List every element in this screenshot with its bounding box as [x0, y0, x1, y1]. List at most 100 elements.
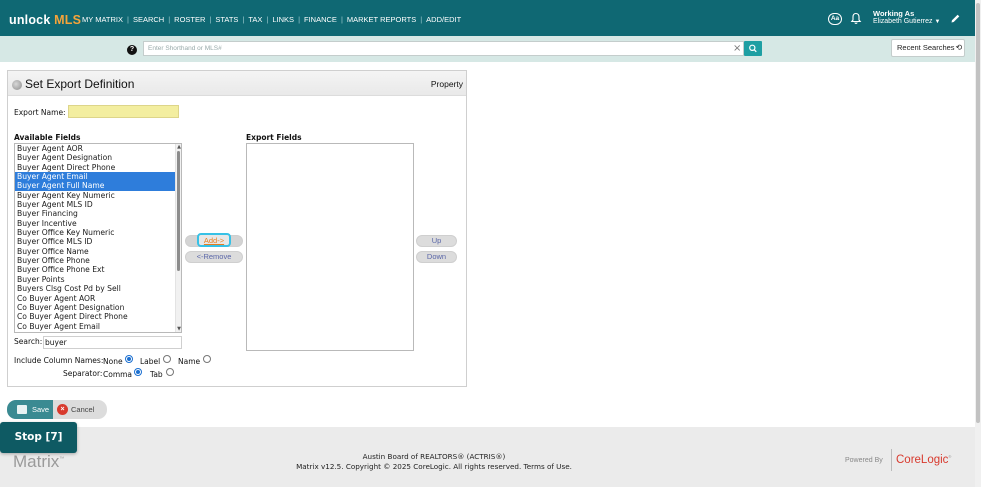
font-size-button[interactable]: Aa — [828, 13, 842, 25]
list-item[interactable]: Co Buyer Agent Direct Phone — [15, 312, 181, 321]
save-label: Save — [32, 405, 50, 414]
corelogic-logo-text: CoreLogic — [896, 454, 949, 466]
add-field-button[interactable]: Add-> — [185, 233, 243, 247]
list-item[interactable]: Buyer Incentive — [15, 219, 181, 228]
help-icon[interactable]: ? — [127, 45, 137, 55]
list-item[interactable]: Buyer Agent Designation — [15, 153, 181, 162]
recent-searches-label: Recent Searches — [897, 43, 955, 52]
list-item[interactable]: Buyer Points — [15, 275, 181, 284]
panel-icon — [12, 80, 22, 90]
scroll-down-arrow-icon[interactable]: ▼ — [176, 326, 181, 332]
page-scrollbar[interactable] — [975, 0, 981, 487]
list-item-selected[interactable]: Buyer Agent Full Name — [15, 181, 181, 191]
page-scroll-thumb[interactable] — [976, 3, 980, 423]
menu-search[interactable]: SEARCH — [133, 15, 164, 24]
export-fields-list[interactable] — [246, 143, 414, 351]
separator-label: Separator: — [63, 369, 103, 378]
footer-copyright[interactable]: Matrix v12.5. Copyright © 2025 CoreLogic… — [0, 462, 868, 471]
list-item[interactable]: Buyer Office MLS ID — [15, 237, 181, 246]
field-search-label: Search: — [14, 337, 43, 346]
history-icon: ⟲ — [955, 43, 963, 52]
menu-finance[interactable]: FINANCE — [304, 15, 337, 24]
list-item[interactable]: Co Buyer Agent Designation — [15, 303, 181, 312]
form-actions: Save × Cancel — [7, 400, 107, 419]
menu-links[interactable]: LINKS — [272, 15, 294, 24]
menu-separator: | — [340, 15, 343, 24]
add-field-label: Add-> — [196, 233, 232, 247]
list-item[interactable]: Co Buyer Agent Email — [15, 322, 181, 331]
menu-separator: | — [242, 15, 245, 24]
main-menu: MY MATRIX | SEARCH | ROSTER | STATS | TAX | L… — [82, 15, 461, 24]
recent-searches-button[interactable]: Recent Searches⟲ — [891, 39, 965, 57]
pencil-icon[interactable] — [950, 13, 961, 24]
list-item[interactable]: Buyer Office Key Numeric — [15, 228, 181, 237]
chevron-down-icon: ▼ — [934, 19, 941, 25]
working-as-menu[interactable]: Working As Elizabeth Gutierrez ▼ — [873, 10, 940, 26]
search-icon — [749, 44, 757, 53]
footer-divider — [891, 449, 892, 471]
stop-button[interactable]: Stop [7] — [0, 422, 77, 453]
menu-tax[interactable]: TAX — [248, 15, 262, 24]
panel-header: Set Export Definition Property — [8, 71, 466, 96]
page-footer: Matrix™ Austin Board of REALTORS® (ACTRI… — [0, 427, 975, 487]
unlock-mls-logo[interactable]: unlock MLS — [9, 13, 81, 27]
field-search-input[interactable]: buyer — [43, 336, 182, 349]
list-scroll-thumb[interactable] — [177, 151, 180, 271]
save-button[interactable]: Save — [7, 400, 53, 419]
list-item[interactable]: Buyers Clsg Cost Pd by Sell — [15, 284, 181, 293]
list-scrollbar[interactable]: ▲ ▼ — [175, 144, 181, 332]
bell-icon[interactable] — [850, 12, 862, 25]
working-as-user: Elizabeth Gutierrez — [873, 18, 933, 25]
working-as-label: Working As — [873, 9, 915, 18]
logo-text-unlock: unlock — [9, 13, 51, 27]
search-button[interactable] — [744, 41, 762, 56]
include-label-radio[interactable] — [163, 355, 171, 363]
include-none-radio[interactable] — [125, 355, 133, 363]
menu-separator: | — [266, 15, 269, 24]
include-name-radio[interactable] — [203, 355, 211, 363]
footer-association: Austin Board of REALTORS® (ACTRIS®) — [362, 452, 506, 461]
list-item[interactable]: Buyer Agent AOR — [15, 144, 181, 153]
menu-separator: | — [209, 15, 212, 24]
available-fields-label: Available Fields — [14, 133, 81, 142]
remove-field-button[interactable]: <-Remove — [185, 251, 243, 263]
save-disk-icon — [17, 405, 27, 414]
property-type-label: Property — [430, 79, 463, 89]
export-fields-label: Export Fields — [246, 133, 302, 142]
menu-market-reports[interactable]: MARKET REPORTS — [347, 15, 416, 24]
separator-tab-radio[interactable] — [166, 368, 174, 376]
move-up-button[interactable]: Up — [416, 235, 457, 247]
available-fields-list[interactable]: Buyer Agent AOR Buyer Agent Designation … — [14, 143, 182, 333]
menu-add-edit[interactable]: ADD/EDIT — [426, 15, 461, 24]
move-down-button[interactable]: Down — [416, 251, 457, 263]
menu-separator: | — [168, 15, 171, 24]
menu-stats[interactable]: STATS — [215, 15, 238, 24]
list-item[interactable]: Buyer Agent MLS ID — [15, 200, 181, 209]
page-title: Set Export Definition — [25, 77, 135, 91]
menu-roster[interactable]: ROSTER — [174, 15, 205, 24]
export-name-label: Export Name: — [14, 108, 66, 117]
menu-separator: | — [126, 15, 129, 24]
menu-my-matrix[interactable]: MY MATRIX — [82, 15, 123, 24]
export-name-input[interactable] — [68, 105, 179, 118]
list-item-selected[interactable]: Buyer Agent Email — [15, 172, 181, 182]
powered-by-label: Powered By — [845, 457, 883, 464]
separator-comma-label: Comma — [103, 370, 133, 379]
include-none-label: None — [103, 357, 123, 366]
list-item[interactable]: Buyer Financing — [15, 209, 181, 218]
clear-search-icon[interactable]: × — [733, 41, 741, 56]
search-strip: ? Enter Shorthand or MLS# × Recent Searc… — [0, 36, 975, 62]
list-item[interactable]: Buyer Office Name — [15, 247, 181, 256]
separator-comma-radio[interactable] — [134, 368, 142, 376]
scroll-up-arrow-icon[interactable]: ▲ — [176, 144, 181, 150]
list-item[interactable]: Buyer Office Phone — [15, 256, 181, 265]
list-item[interactable]: Buyer Office Phone Ext — [15, 265, 181, 274]
list-item[interactable]: Buyer Agent Direct Phone — [15, 163, 181, 172]
cancel-x-icon: × — [57, 404, 68, 415]
shorthand-search-input[interactable]: Enter Shorthand or MLS# — [143, 41, 744, 56]
include-label-label: Label — [140, 357, 161, 366]
list-item[interactable]: Co Buyer Agent AOR — [15, 294, 181, 303]
cancel-button[interactable]: × Cancel — [55, 400, 107, 419]
corelogic-logo: CoreLogic® — [896, 454, 952, 466]
list-item[interactable]: Buyer Agent Key Numeric — [15, 191, 181, 200]
